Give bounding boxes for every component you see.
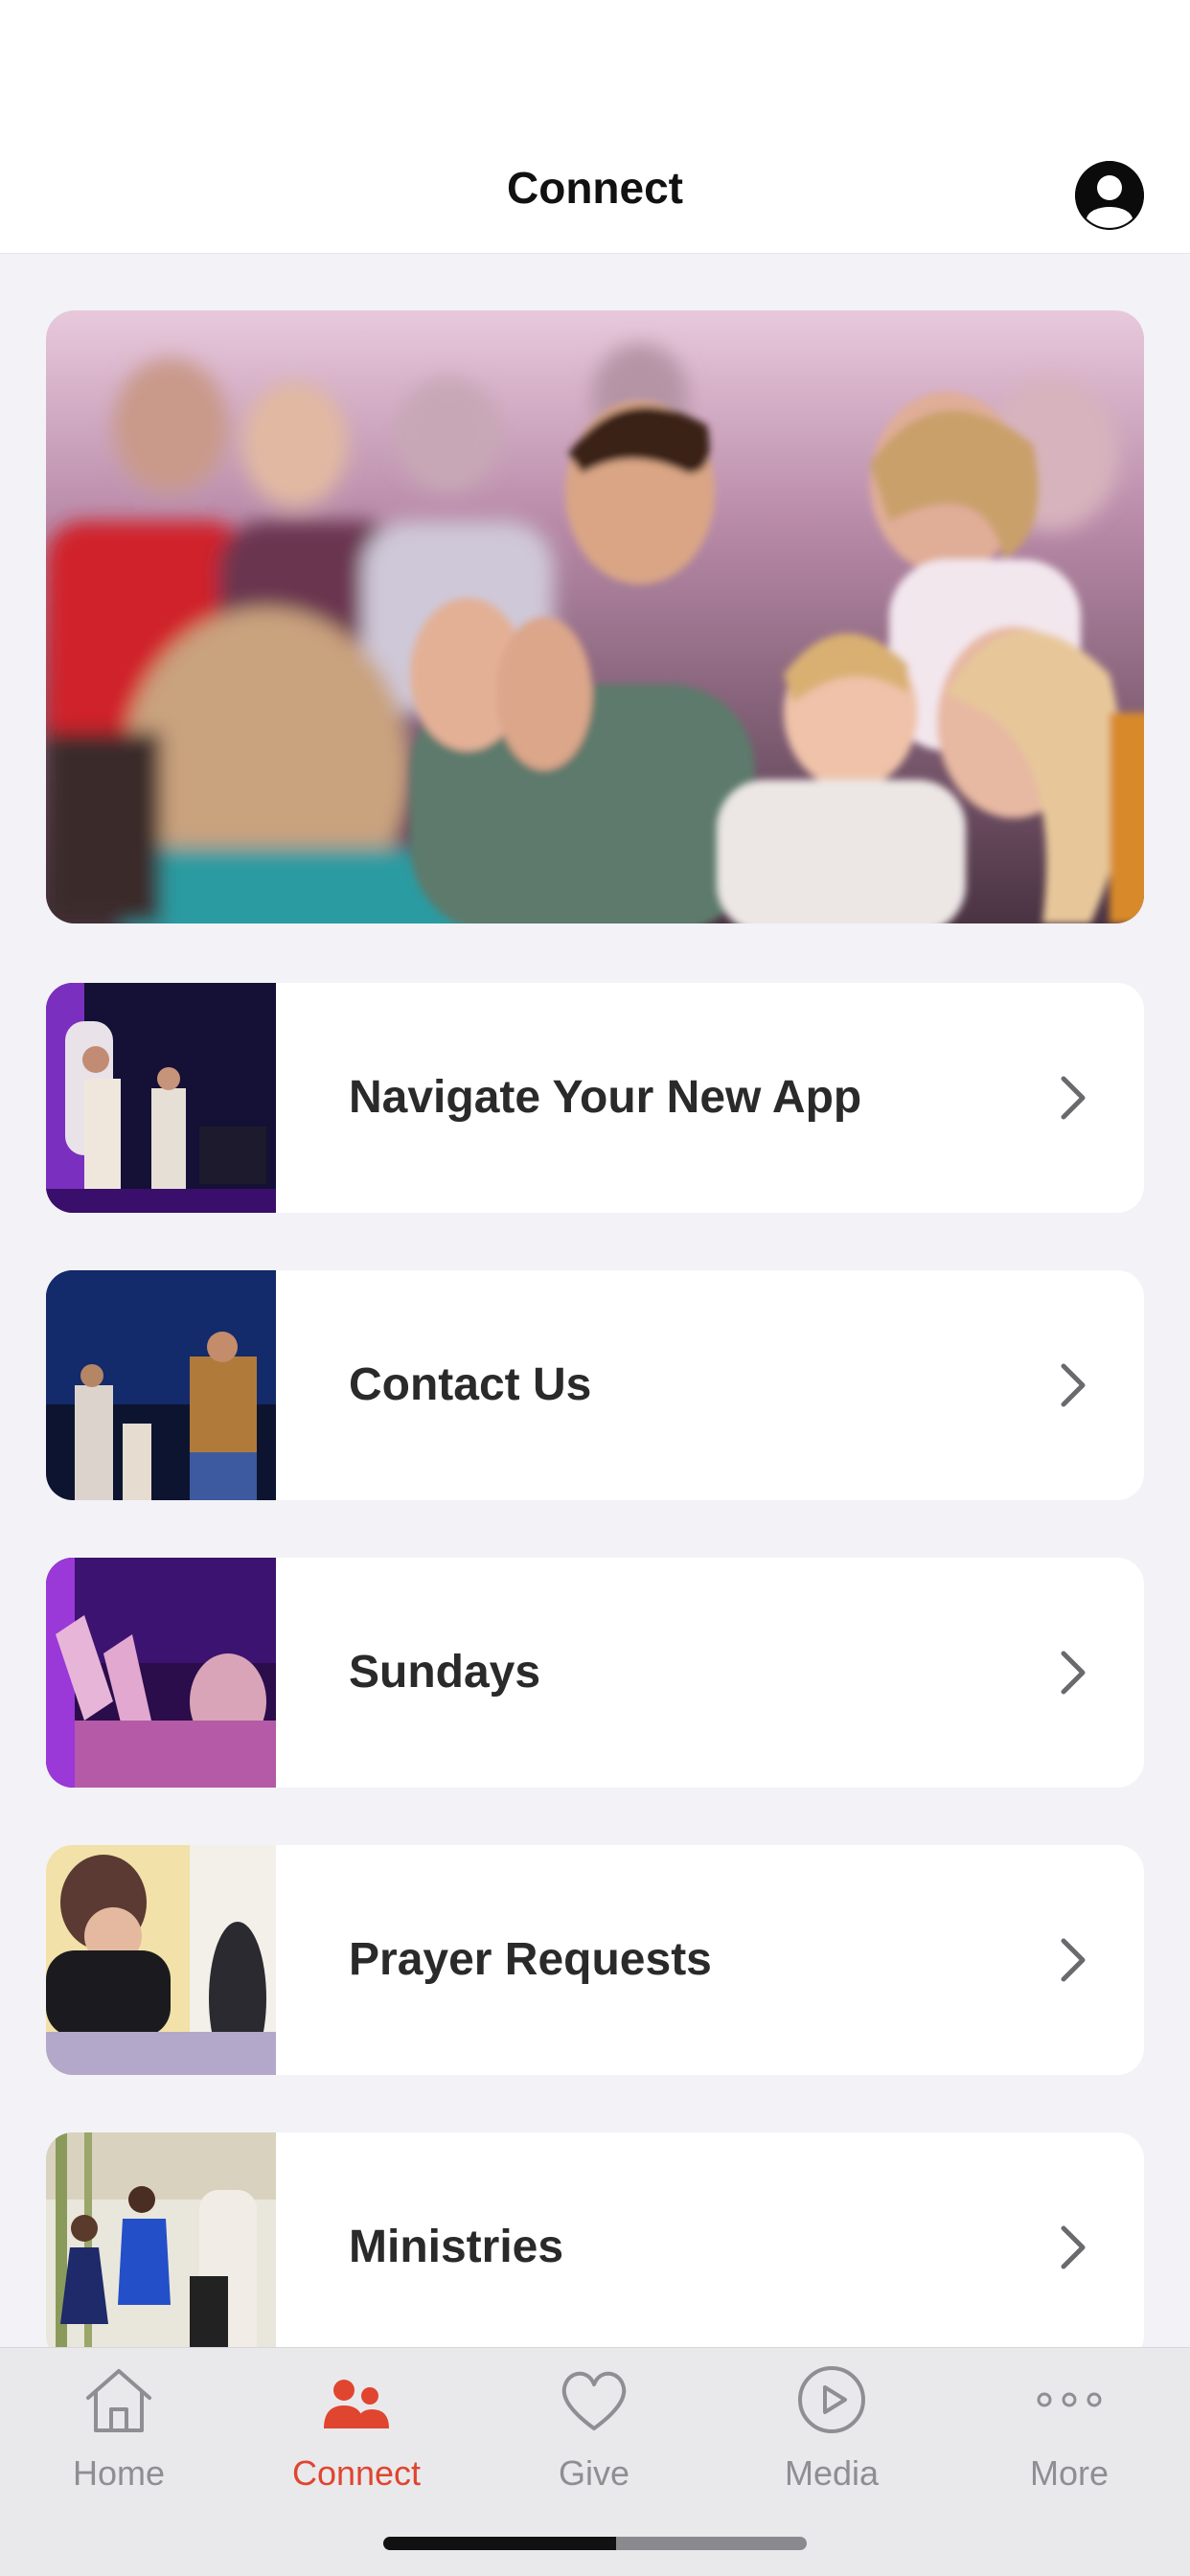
band-on-stage-thumbnail — [46, 983, 276, 1213]
tab-home[interactable]: Home — [0, 2348, 238, 2520]
list-item-label: Contact Us — [349, 1359, 592, 1410]
navigation-bar: Connect — [0, 134, 1190, 254]
kids-dancing-thumbnail — [46, 2132, 276, 2362]
tab-more[interactable]: More — [950, 2348, 1188, 2520]
profile-button[interactable] — [1075, 161, 1144, 230]
list-item-contact-us[interactable]: Contact Us — [46, 1270, 1144, 1500]
page-title: Connect — [507, 163, 683, 213]
list-item-label: Prayer Requests — [349, 1934, 712, 1985]
raised-hands-thumbnail — [46, 1558, 276, 1788]
list-item-sundays[interactable]: Sundays — [46, 1558, 1144, 1788]
heart-icon — [561, 2371, 627, 2430]
home-indicator[interactable] — [383, 2537, 807, 2550]
worship-crowd-photo — [46, 310, 1144, 923]
tab-label: Home — [72, 2453, 166, 2493]
list-item-prayer-requests[interactable]: Prayer Requests — [46, 1845, 1144, 2075]
status-bar — [0, 0, 1190, 134]
chevron-right-icon — [1061, 1651, 1086, 1695]
list-item-label: Ministries — [349, 2222, 564, 2272]
tab-give[interactable]: Give — [475, 2348, 713, 2520]
tab-label: Connect — [291, 2453, 422, 2493]
ellipsis-icon — [1037, 2392, 1102, 2407]
chevron-right-icon — [1061, 1076, 1086, 1120]
tab-label: More — [1029, 2453, 1110, 2493]
chevron-right-icon — [1061, 2225, 1086, 2269]
tab-label: Media — [784, 2453, 880, 2493]
tab-connect[interactable]: Connect — [238, 2348, 475, 2520]
hero-image[interactable] — [46, 310, 1144, 923]
tab-media[interactable]: Media — [713, 2348, 950, 2520]
list-item-label: Navigate Your New App — [349, 1072, 862, 1123]
home-icon — [86, 2369, 151, 2432]
list-item-navigate-app[interactable]: Navigate Your New App — [46, 983, 1144, 1213]
tab-label: Give — [558, 2453, 630, 2493]
list-item-ministries[interactable]: Ministries — [46, 2132, 1144, 2362]
play-circle-icon — [798, 2366, 865, 2433]
chevron-right-icon — [1061, 1363, 1086, 1407]
prayer-thumbnail — [46, 1845, 276, 2075]
guitarist-on-stage-thumbnail — [46, 1270, 276, 1500]
chevron-right-icon — [1061, 1938, 1086, 1982]
profile-icon — [1075, 161, 1144, 230]
list-item-label: Sundays — [349, 1647, 541, 1698]
people-icon — [324, 2380, 389, 2428]
